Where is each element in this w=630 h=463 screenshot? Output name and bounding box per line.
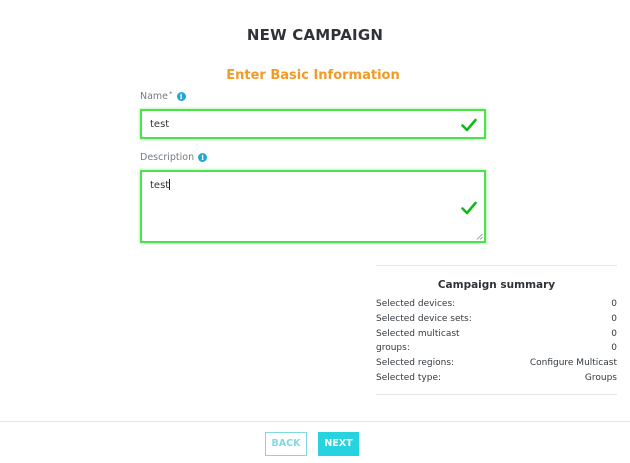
page-title: NEW CAMPAIGN <box>246 26 384 44</box>
summary-row: Selected regions: Configure Multicast <box>376 356 617 371</box>
resize-handle-icon[interactable] <box>476 233 483 240</box>
summary-row: Selected device sets: 0 <box>376 312 617 327</box>
info-icon[interactable]: i <box>176 92 186 101</box>
summary-title: Campaign summary <box>437 279 556 291</box>
summary-row-label: Selected device sets: <box>376 313 472 324</box>
section-title: Enter Basic Information <box>226 68 400 83</box>
summary-row-label: Selected multicast <box>376 328 460 339</box>
check-icon <box>461 118 477 132</box>
summary-row: Selected multicast 0 <box>376 327 617 342</box>
name-label-text: Name <box>140 91 169 102</box>
check-icon <box>461 201 477 215</box>
description-textarea[interactable]: test <box>140 170 486 243</box>
summary-row-value: 0 <box>611 299 617 309</box>
summary-row: Selected type: Groups <box>376 371 617 386</box>
new-campaign-page: NEW CAMPAIGN Enter Basic Information Nam… <box>0 0 630 463</box>
summary-row: groups: 0 <box>376 341 617 356</box>
next-button[interactable]: NEXT <box>318 432 359 456</box>
required-marker: * <box>169 89 173 98</box>
summary-row-label: groups: <box>376 343 410 354</box>
description-value: test <box>150 179 171 191</box>
description-label: Description i <box>140 152 208 163</box>
summary-row: Selected devices: 0 <box>376 297 617 312</box>
summary-row-label: Selected type: <box>376 372 442 383</box>
wizard-footer: BACK NEXT <box>0 421 630 463</box>
summary-row-label: Selected devices: <box>376 299 456 309</box>
name-input-value: test <box>150 119 170 130</box>
summary-row-value: Groups <box>584 372 617 383</box>
summary-row-value: 0 <box>611 343 617 354</box>
summary-row-value: Configure Multicast <box>529 358 617 369</box>
text-caret <box>169 179 171 190</box>
campaign-summary: Campaign summary Selected devices: 0 Sel… <box>376 265 617 395</box>
summary-row-value: 0 <box>611 328 617 339</box>
name-label: Name * i <box>140 89 186 102</box>
summary-row-label: Selected regions: <box>376 358 455 369</box>
summary-row-value: 0 <box>611 313 617 324</box>
back-button[interactable]: BACK <box>265 432 307 456</box>
info-icon[interactable]: i <box>198 153 208 162</box>
description-label-text: Description <box>140 152 195 163</box>
name-input[interactable]: test <box>140 109 486 139</box>
